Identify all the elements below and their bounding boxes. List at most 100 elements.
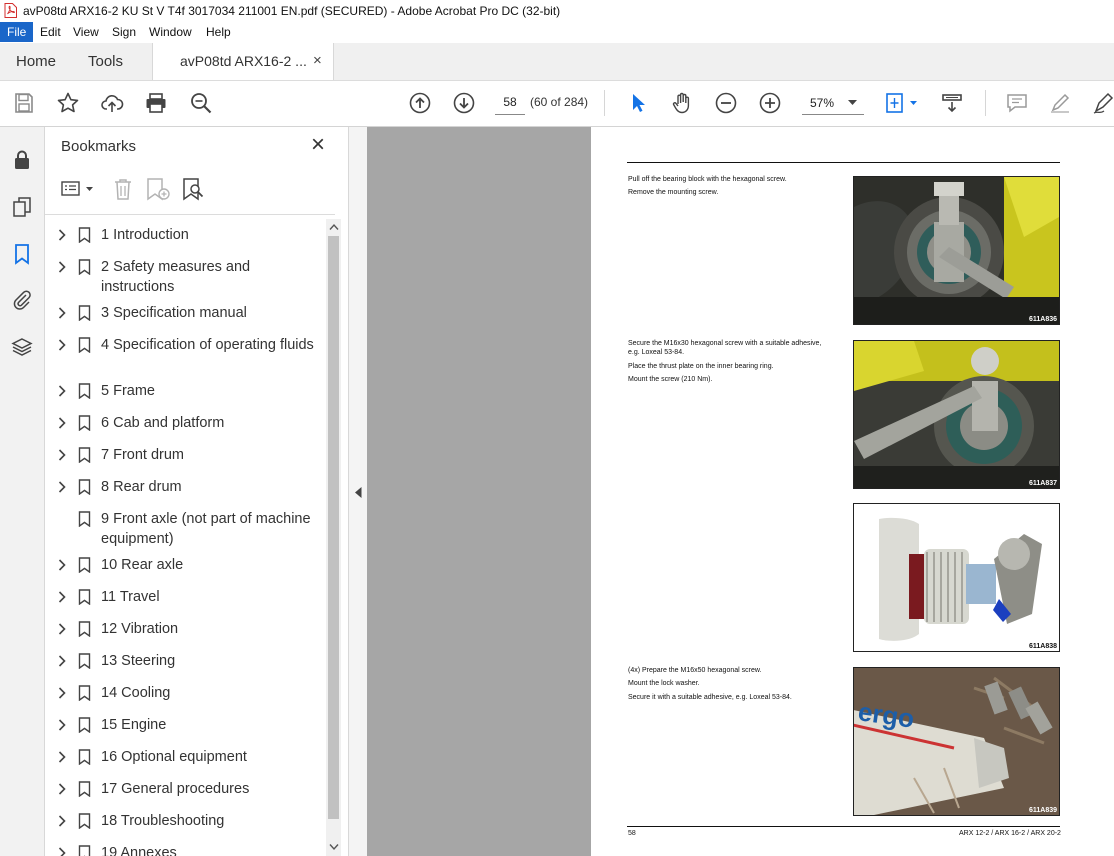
page-thumbnails-icon[interactable] bbox=[11, 196, 33, 218]
bookmark-label: 7 Front drum bbox=[101, 447, 184, 463]
window-title: avP08td ARX16-2 KU St V T4f 3017034 2110… bbox=[23, 4, 561, 18]
menu-window[interactable]: Window bbox=[149, 25, 192, 39]
tab-close-button[interactable]: × bbox=[313, 52, 322, 69]
bookmark-label: 11 Travel bbox=[101, 589, 160, 605]
bookmark-icon bbox=[78, 415, 91, 431]
scroll-up-arrow-icon[interactable] bbox=[329, 223, 339, 231]
step2-line1: Secure the M16x30 hexagonal screw with a… bbox=[628, 340, 822, 347]
find-bookmark-icon[interactable] bbox=[181, 177, 205, 201]
bookmark-icon bbox=[78, 305, 91, 321]
bookmark-scrollbar-thumb[interactable] bbox=[328, 236, 339, 819]
scroll-mode-icon[interactable] bbox=[940, 91, 964, 115]
list-options-icon bbox=[61, 181, 93, 196]
chevron-right-icon[interactable] bbox=[55, 480, 69, 494]
chevron-right-icon[interactable] bbox=[55, 622, 69, 636]
chevron-right-icon[interactable] bbox=[55, 782, 69, 796]
attachment-paperclip-icon[interactable] bbox=[11, 289, 33, 311]
bookmark-label: 1 Introduction bbox=[101, 227, 189, 243]
fit-page-icon[interactable] bbox=[884, 91, 920, 115]
bookmark-icon bbox=[78, 511, 91, 527]
star-icon[interactable] bbox=[56, 91, 80, 115]
zoom-search-icon[interactable] bbox=[189, 91, 213, 115]
photo-code: 611A839 bbox=[1028, 807, 1057, 814]
menu-help[interactable]: Help bbox=[206, 25, 231, 39]
step4-line2: Mount the lock washer. bbox=[628, 680, 700, 687]
bookmark-panel-icon[interactable] bbox=[11, 243, 33, 265]
chevron-right-icon[interactable] bbox=[55, 846, 69, 856]
photo-code: 611A836 bbox=[1028, 316, 1057, 323]
step2-line4: Mount the screw (210 Nm). bbox=[628, 376, 713, 383]
chevron-right-icon[interactable] bbox=[55, 448, 69, 462]
page-down-icon[interactable] bbox=[452, 91, 476, 115]
bookmark-icon bbox=[78, 813, 91, 829]
chevron-right-icon[interactable] bbox=[55, 686, 69, 700]
panel-splitter[interactable] bbox=[348, 127, 368, 856]
bookmark-icon bbox=[78, 447, 91, 463]
bookmark-icon bbox=[78, 589, 91, 605]
bookmark-label: 2 Safety measures and instructions bbox=[101, 259, 251, 295]
pdf-page: Pull off the bearing block with the hexa… bbox=[591, 127, 1114, 856]
photo-adhesive-screw: 611A838 bbox=[853, 503, 1060, 652]
bookmark-label: 17 General procedures bbox=[101, 781, 250, 797]
photo-code: 611A838 bbox=[1028, 643, 1057, 650]
scroll-down-arrow-icon[interactable] bbox=[329, 843, 339, 851]
comment-icon[interactable] bbox=[1005, 91, 1029, 115]
highlight-pen-icon[interactable] bbox=[1048, 91, 1072, 115]
chevron-right-icon[interactable] bbox=[55, 306, 69, 320]
bookmark-label: 4 Specification of operating fluids bbox=[101, 337, 314, 353]
tab-document[interactable]: avP08td ARX16-2 ... × bbox=[152, 43, 334, 80]
step2-line3: Place the thrust plate on the inner bear… bbox=[628, 363, 774, 370]
chevron-right-icon[interactable] bbox=[55, 814, 69, 828]
sign-pen-icon[interactable] bbox=[1092, 91, 1114, 115]
menu-file[interactable]: File bbox=[0, 22, 33, 42]
chevron-right-icon[interactable] bbox=[55, 260, 69, 274]
chevron-down-icon bbox=[848, 100, 857, 105]
menu-view[interactable]: View bbox=[73, 25, 99, 39]
chevron-right-icon[interactable] bbox=[55, 416, 69, 430]
chevron-right-icon[interactable] bbox=[55, 384, 69, 398]
collapse-arrow-icon[interactable] bbox=[355, 487, 362, 498]
chevron-right-icon[interactable] bbox=[55, 228, 69, 242]
chevron-right-icon[interactable] bbox=[55, 718, 69, 732]
save-icon[interactable] bbox=[12, 91, 36, 115]
chevron-right-icon[interactable] bbox=[55, 590, 69, 604]
bookmark-label: 19 Annexes bbox=[101, 845, 177, 856]
bookmark-icon bbox=[78, 749, 91, 765]
panel-title: Bookmarks bbox=[61, 138, 137, 155]
bookmark-icon bbox=[78, 621, 91, 637]
bookmark-label: 16 Optional equipment bbox=[101, 749, 247, 765]
bookmark-options-button[interactable] bbox=[61, 178, 95, 200]
print-icon[interactable] bbox=[144, 91, 168, 115]
step1-line2: Remove the mounting screw. bbox=[628, 189, 719, 196]
bookmark-icon bbox=[78, 685, 91, 701]
bookmark-icon bbox=[78, 557, 91, 573]
page-footer-rule bbox=[627, 826, 1060, 827]
chevron-right-icon[interactable] bbox=[55, 558, 69, 572]
chevron-right-icon[interactable] bbox=[55, 338, 69, 352]
menu-edit[interactable]: Edit bbox=[40, 25, 61, 39]
zoom-value: 57% bbox=[810, 96, 835, 110]
lock-icon[interactable] bbox=[11, 149, 33, 171]
chevron-right-icon[interactable] bbox=[55, 654, 69, 668]
menu-sign[interactable]: Sign bbox=[112, 25, 136, 39]
select-cursor-icon[interactable] bbox=[626, 91, 650, 115]
zoom-select[interactable]: 57% bbox=[802, 92, 864, 115]
panel-divider bbox=[45, 214, 335, 215]
chevron-right-icon[interactable] bbox=[55, 750, 69, 764]
hand-tool-icon[interactable] bbox=[670, 91, 694, 115]
close-panel-button[interactable]: × bbox=[311, 132, 325, 158]
delete-icon[interactable] bbox=[112, 177, 134, 201]
bookmark-label: 8 Rear drum bbox=[101, 479, 182, 495]
toolbar-divider bbox=[985, 90, 986, 116]
pdf-file-icon bbox=[4, 3, 17, 18]
zoom-in-icon[interactable] bbox=[758, 91, 782, 115]
bookmark-label: 18 Troubleshooting bbox=[101, 813, 225, 829]
bookmark-icon bbox=[78, 653, 91, 669]
upload-cloud-icon[interactable] bbox=[100, 91, 124, 115]
new-bookmark-icon[interactable] bbox=[145, 177, 171, 201]
page-number-input[interactable]: 58 bbox=[495, 92, 525, 115]
layers-icon[interactable] bbox=[11, 336, 33, 358]
page-up-icon[interactable] bbox=[408, 91, 432, 115]
photo-thrust-plate: 611A837 bbox=[853, 340, 1060, 489]
zoom-out-icon[interactable] bbox=[714, 91, 738, 115]
